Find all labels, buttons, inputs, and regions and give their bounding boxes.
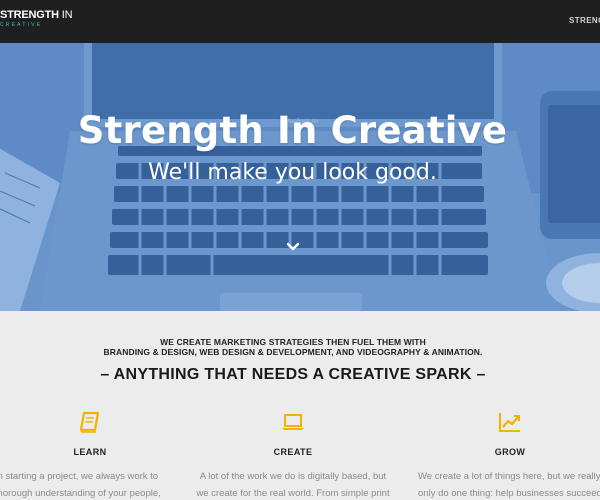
feature-text: hen starting a project, we always work t… — [0, 468, 187, 500]
feature-create: CREATE A lot of the work we do is digita… — [193, 411, 393, 500]
feature-title: GROW — [494, 447, 526, 457]
feature-text-line: A lot of the work we do is digitally bas… — [199, 471, 387, 482]
section-tagline: – ANYTHING THAT NEEDS A CREATIVE SPARK – — [100, 366, 486, 383]
intro-section: WE CREATE MARKETING STRATEGIES THEN FUEL… — [0, 311, 600, 500]
intro-text-line-2: BRANDING & DESIGN, WEB DESIGN & DEVELOPM… — [103, 347, 483, 357]
logo-tagline: CREATIVE — [0, 22, 43, 28]
feature-text-line: We create a lot of things here, but we r… — [418, 471, 600, 482]
feature-grow: GROW We create a lot of things here, but… — [410, 411, 600, 500]
nav-link-strength[interactable]: STRENG — [569, 16, 600, 25]
chevron-down-icon[interactable] — [286, 241, 300, 253]
feature-text: We create a lot of things here, but we r… — [418, 468, 600, 500]
feature-title: LEARN — [73, 447, 107, 457]
logo-wordmark: STRENGTH IN — [0, 9, 73, 21]
logo[interactable]: STRENGTH IN CREATIVE — [0, 9, 73, 33]
feature-text-line: a thorough understanding of your people, — [0, 488, 161, 499]
logo-wordmark-bold: STRENGTH — [0, 9, 59, 21]
feature-learn: LEARN hen starting a project, we always … — [0, 411, 190, 500]
feature-text-line: we create for the real world. From simpl… — [196, 488, 390, 499]
logo-wordmark-thin: IN — [61, 9, 73, 21]
hero-subtitle: We'll make you look good. — [148, 160, 437, 185]
laptop-icon — [282, 414, 304, 430]
intro-text-line-1: WE CREATE MARKETING STRATEGIES THEN FUEL… — [160, 337, 426, 347]
book-icon — [79, 411, 100, 433]
hero-section: MacBook Air Strength In Creative We'll m… — [0, 43, 600, 311]
hero-title: Strength In Creative — [77, 109, 508, 152]
feature-text-line: hen starting a project, we always work t… — [0, 471, 159, 482]
growth-chart-icon — [499, 413, 520, 432]
feature-title: CREATE — [273, 447, 313, 457]
top-nav-bar: STRENGTH IN CREATIVE STRENG — [0, 0, 600, 43]
feature-text-line: only do one thing: help businesses succe… — [418, 488, 600, 499]
feature-text: A lot of the work we do is digitally bas… — [193, 468, 393, 500]
